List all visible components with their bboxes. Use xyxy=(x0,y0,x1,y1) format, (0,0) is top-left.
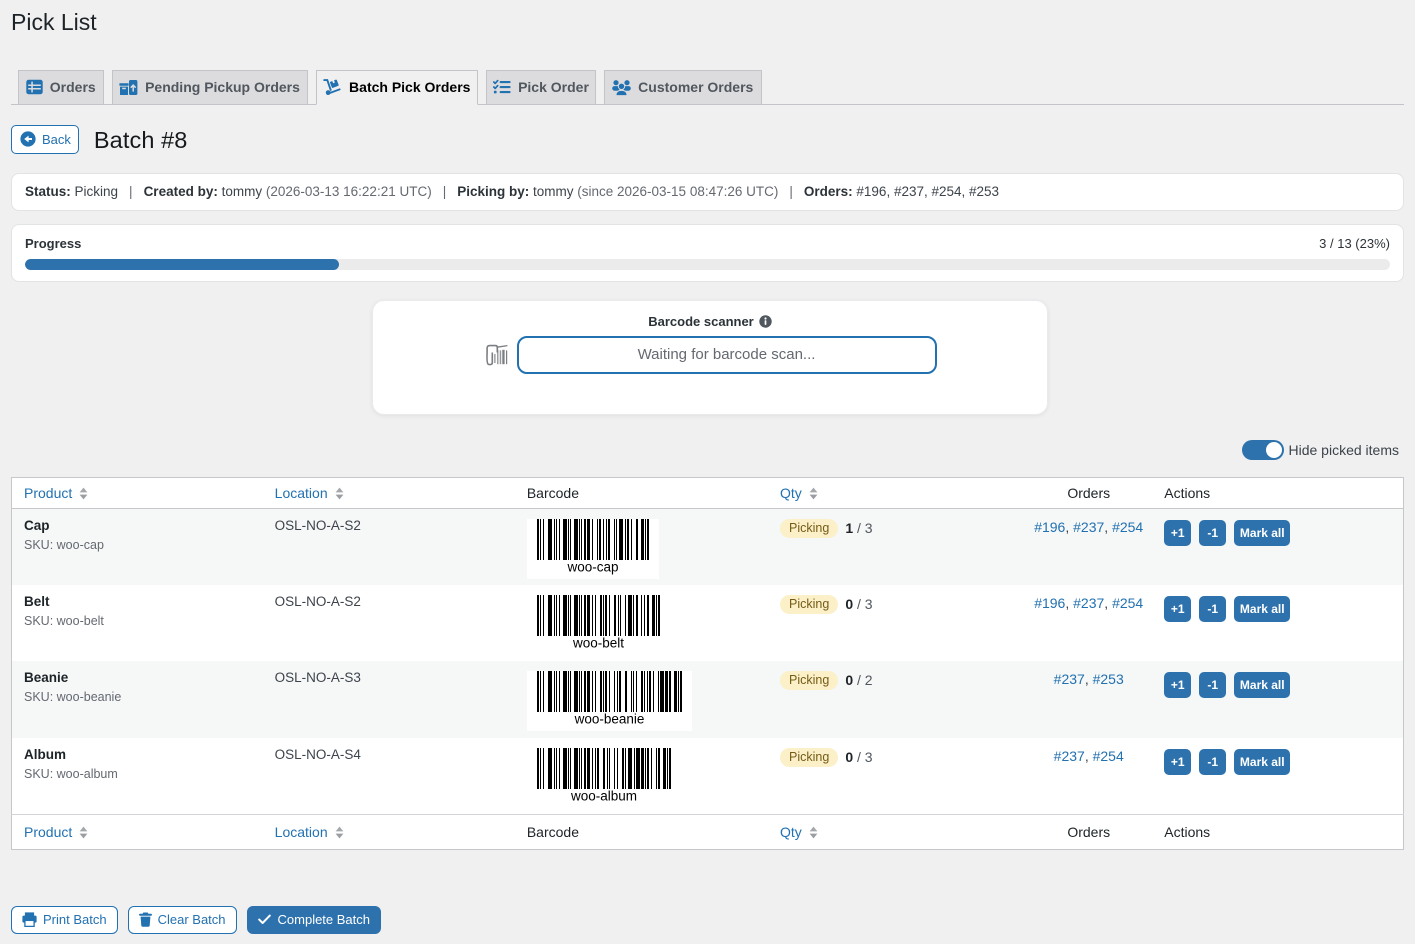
svg-text:woo-album: woo-album xyxy=(570,788,637,803)
svg-text:woo-cap: woo-cap xyxy=(566,559,618,574)
svg-text:woo-beanie: woo-beanie xyxy=(573,712,644,727)
svg-text:woo-belt: woo-belt xyxy=(572,635,624,650)
